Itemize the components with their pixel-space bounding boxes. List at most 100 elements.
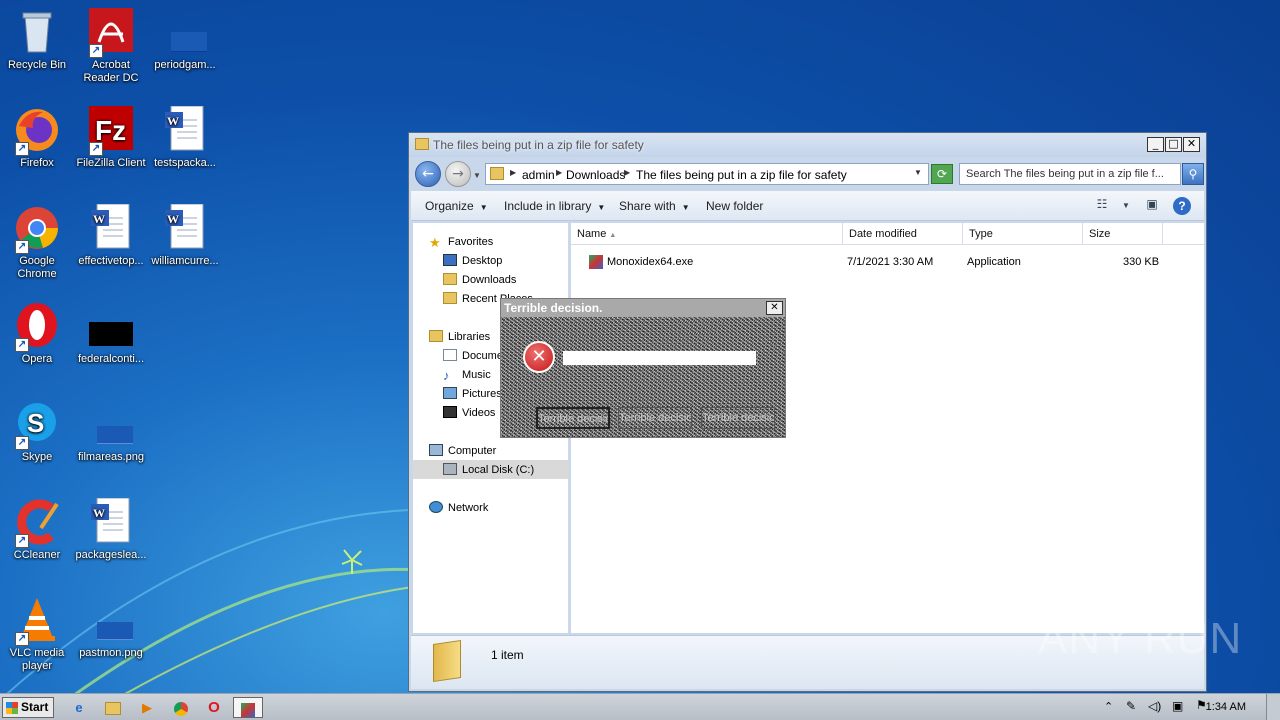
monoxidex-taskbar-button[interactable] [233,697,263,718]
nav-favorites[interactable]: ★ Favorites [429,235,493,250]
breadcrumb-admin[interactable]: admin [522,168,555,182]
desktop-icon-effectivetop[interactable]: W effectivetop... [74,203,148,268]
desktop-icon-recycle-bin[interactable]: Recycle Bin [0,8,74,72]
desktop-icon-acrobat[interactable]: ↗ Acrobat Reader DC [74,8,148,85]
file-row[interactable]: Monoxidex64.exe 7/1/2021 3:30 AM Applica… [571,253,1204,273]
file-name: Monoxidex64.exe [607,256,694,268]
organize-button[interactable]: Organize ▼ [425,199,488,213]
desktop-icon [443,254,457,266]
breadcrumb-chevron-icon[interactable]: ▶ [510,168,516,177]
dialog-button-2[interactable]: Terrible decision [618,407,692,429]
desktop-icon-pastmon[interactable]: pastmon.png [74,596,148,660]
internet-explorer-icon[interactable]: e [66,697,92,718]
desktop-icon-filezilla[interactable]: Fz ↗ FileZilla Client [74,106,148,170]
view-options-icon[interactable]: ☷ [1093,197,1111,213]
dialog-close-button[interactable]: ✕ [766,301,783,315]
show-hidden-icons-icon[interactable]: ⌃ [1104,700,1113,713]
recent-places-icon [443,292,457,304]
nav-downloads[interactable]: Downloads [443,273,516,286]
address-bar-row: ← → ▼ ▶ admin ▶ Downloads ▶ The files be… [409,159,1206,189]
include-in-library-button[interactable]: Include in library ▼ [504,199,605,213]
opera-taskbar-icon[interactable]: O [201,697,227,718]
error-dialog[interactable]: Terrible decision. ✕ ✕ Terrible decision… [500,298,786,438]
action-center-icon[interactable]: ✎ [1126,699,1136,713]
ccleaner-icon: ↗ [13,498,61,548]
sort-ascending-icon: ▲ [609,232,617,239]
back-button[interactable]: ← [415,161,441,187]
nav-music[interactable]: ♪ Music [443,368,491,383]
search-icon[interactable]: ⚲ [1182,163,1204,185]
desktop-icon-opera[interactable]: ↗ Opera [0,302,74,366]
explorer-titlebar[interactable]: The files being put in a zip file for sa… [409,133,1206,157]
file-date: 7/1/2021 3:30 AM [847,256,934,268]
documents-icon [443,349,457,361]
nav-local-disk[interactable]: Local Disk (C:) [413,460,569,479]
word-doc-icon: W [87,497,135,546]
breadcrumb-chevron-icon[interactable]: ▶ [556,168,562,177]
clock[interactable]: 1:34 AM [1206,701,1246,713]
dialog-titlebar[interactable]: Terrible decision. ✕ [501,299,785,317]
nav-network[interactable]: Network [429,501,488,514]
nav-videos[interactable]: Videos [443,406,495,419]
nav-libraries[interactable]: Libraries [429,330,490,343]
dialog-button-1[interactable]: Terrible decision [536,407,610,429]
desktop-icon-federalconti[interactable]: federalconti... [74,302,148,366]
column-date-modified[interactable]: Date modified [843,223,963,245]
refresh-button[interactable]: ⟳ [931,164,953,184]
shortcut-arrow-icon: ↗ [15,534,29,548]
network-tray-icon[interactable]: ▣ [1172,699,1183,713]
forward-button[interactable]: → [445,161,471,187]
desktop-icon-packageslea[interactable]: W packageslea... [74,497,148,562]
folder-icon [433,640,461,682]
volume-icon[interactable]: ◁) [1148,699,1161,713]
recent-pages-chevron-icon[interactable]: ▼ [473,171,481,180]
media-player-icon[interactable]: ▶ [134,697,160,718]
black-file-icon [87,302,135,350]
desktop-icon-ccleaner[interactable]: ↗ CCleaner [0,498,74,562]
nav-pictures[interactable]: Pictures [443,387,502,400]
shortcut-arrow-icon: ↗ [15,338,29,352]
preview-pane-icon[interactable]: ▣ [1143,197,1161,213]
desktop-icon-periodgam[interactable]: periodgam... [148,8,222,72]
help-icon[interactable]: ? [1173,197,1191,215]
desktop-icon-vlc[interactable]: ↗ VLC media player [0,596,74,673]
word-doc-icon: W [87,203,135,252]
desktop-icon-chrome[interactable]: ↗ Google Chrome [0,204,74,281]
search-input[interactable]: Search The files being put in a zip file… [959,163,1181,185]
downloads-folder-icon [443,273,457,285]
start-button[interactable]: Start [2,697,54,718]
column-name[interactable]: Name ▲ [571,223,843,245]
close-button[interactable]: ✕ [1183,137,1200,152]
column-size[interactable]: Size [1083,223,1163,245]
dialog-button-3[interactable]: Terrible decision [701,407,775,429]
dropdown-arrow-icon: ▼ [479,203,488,212]
share-with-button[interactable]: Share with ▼ [619,199,690,213]
breadcrumb-current-folder[interactable]: The files being put in a zip file for sa… [636,168,847,182]
desktop-icon-williamcurre[interactable]: W williamcurre... [148,203,222,268]
chrome-taskbar-icon[interactable] [168,697,194,718]
address-bar[interactable]: ▶ admin ▶ Downloads ▶ The files being pu… [485,163,929,185]
breadcrumb-chevron-icon[interactable]: ▶ [624,168,630,177]
column-header: Name ▲ Date modified Type Size [571,223,1204,245]
address-dropdown-icon[interactable]: ▼ [914,168,922,177]
videos-icon [443,406,457,418]
breadcrumb-downloads[interactable]: Downloads [566,168,625,182]
view-dropdown-icon[interactable]: ▼ [1117,201,1135,217]
desktop-icon-testspacka[interactable]: W testspacka... [148,105,222,170]
minimize-button[interactable]: _ [1147,137,1164,152]
png-file-icon [87,596,135,644]
show-desktop-button[interactable] [1266,694,1280,720]
star-icon: ★ [429,235,441,250]
pictures-icon [443,387,457,399]
explorer-taskbar-button[interactable] [100,697,126,718]
desktop-icon-filmareas[interactable]: filmareas.png [74,400,148,464]
column-type[interactable]: Type [963,223,1083,245]
desktop-icon-firefox[interactable]: ↗ Firefox [0,106,74,170]
music-icon: ♪ [443,368,450,383]
dialog-title: Terrible decision. [504,301,603,315]
desktop-icon-skype[interactable]: S ↗ Skype [0,400,74,464]
new-folder-button[interactable]: New folder [706,199,763,213]
nav-desktop[interactable]: Desktop [443,254,502,267]
maximize-button[interactable]: □ [1165,137,1182,152]
nav-computer[interactable]: Computer [429,444,496,457]
